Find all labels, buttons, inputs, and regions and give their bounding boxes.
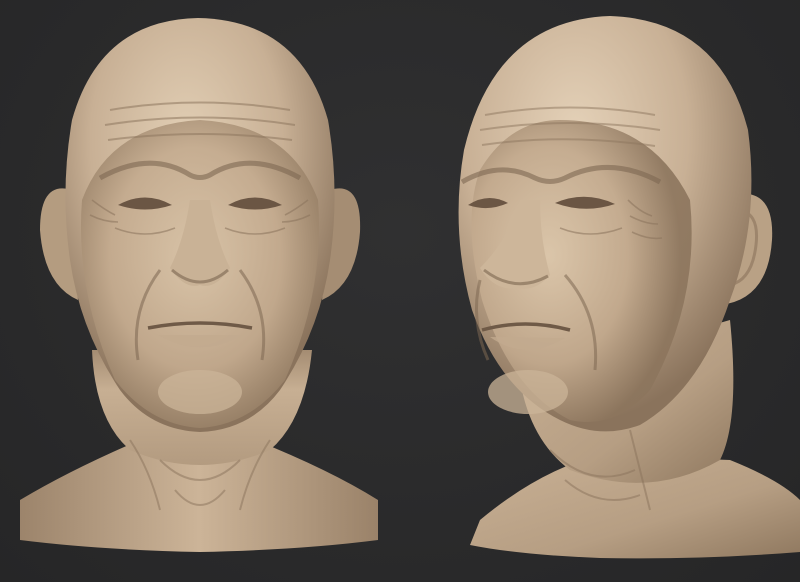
- sculpt-head-three-quarter-view: [458, 16, 800, 559]
- sculpt-viewport: [0, 0, 800, 582]
- chin-front: [158, 370, 242, 414]
- chin-three-quarter: [488, 370, 568, 414]
- sculpt-head-front-view: [20, 18, 378, 552]
